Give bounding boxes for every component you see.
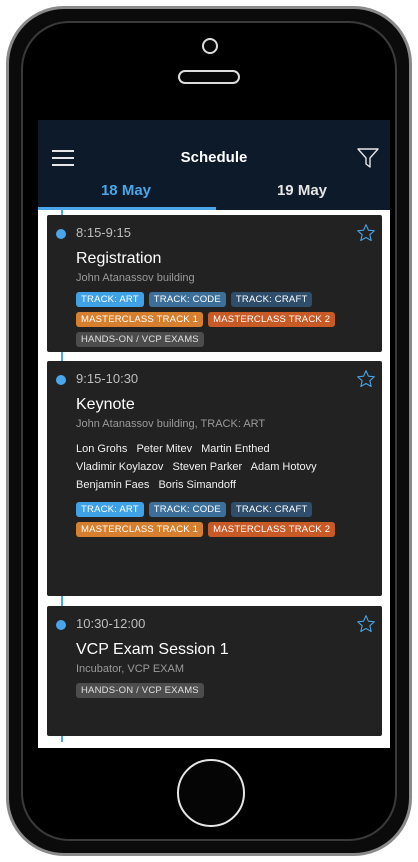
home-button[interactable] <box>177 759 245 827</box>
speaker-name: Peter Mitev <box>136 443 193 455</box>
session-card[interactable]: 9:15-10:30 Keynote John Atanassov buildi… <box>47 361 382 596</box>
tag-hands-on: HANDS-ON / VCP EXAMS <box>76 332 204 347</box>
tag-track-art: TRACK: ART <box>76 502 144 517</box>
tab-18-may[interactable]: 18 May <box>38 180 214 210</box>
tag-list: TRACK: ART TRACK: CODE TRACK: CRAFT MAST… <box>76 502 374 542</box>
schedule-list[interactable]: 8:15-9:15 Registration John Atanassov bu… <box>38 210 390 742</box>
tag-masterclass-1: MASTERCLASS TRACK 1 <box>76 312 204 327</box>
date-tabs: 18 May 19 May <box>38 180 390 210</box>
star-icon[interactable] <box>356 369 376 389</box>
tag-masterclass-2: MASTERCLASS TRACK 2 <box>208 312 336 327</box>
session-time: 10:30-12:00 <box>76 616 146 631</box>
star-icon[interactable] <box>356 223 376 243</box>
speaker-name: Adam Hotovy <box>250 461 317 473</box>
tag-track-code: TRACK: CODE <box>148 502 226 517</box>
tag-hands-on: HANDS-ON / VCP EXAMS <box>76 683 204 698</box>
tag-masterclass-1: MASTERCLASS TRACK 1 <box>76 522 204 537</box>
tab-19-may[interactable]: 19 May <box>214 180 390 210</box>
speaker-name: Martin Enthed <box>201 443 270 455</box>
filter-icon[interactable] <box>356 146 380 170</box>
tag-masterclass-2: MASTERCLASS TRACK 2 <box>208 522 336 537</box>
session-location: John Atanassov building <box>76 272 195 284</box>
session-location: Incubator, VCP EXAM <box>76 663 185 675</box>
session-card[interactable]: 10:30-12:00 VCP Exam Session 1 Incubator… <box>47 606 382 736</box>
session-title: VCP Exam Session 1 <box>76 641 229 658</box>
session-title: Keynote <box>76 396 135 413</box>
session-title: Registration <box>76 250 162 267</box>
tag-track-craft: TRACK: CRAFT <box>230 292 313 307</box>
timeline-dot <box>56 375 66 385</box>
speaker-name: Steven Parker <box>172 461 243 473</box>
camera-icon <box>202 38 218 54</box>
timeline-dot <box>56 229 66 239</box>
tag-track-art: TRACK: ART <box>76 292 144 307</box>
speaker-list: Lon Grohs Peter Mitev Martin Enthed Vlad… <box>76 440 374 494</box>
tag-track-code: TRACK: CODE <box>148 292 226 307</box>
tag-list: TRACK: ART TRACK: CODE TRACK: CRAFT MAST… <box>76 292 374 352</box>
session-card[interactable]: 8:15-9:15 Registration John Atanassov bu… <box>47 215 382 352</box>
speaker-name: Lon Grohs <box>76 443 128 455</box>
star-icon[interactable] <box>356 614 376 634</box>
session-location: John Atanassov building, TRACK: ART <box>76 418 266 430</box>
page-title: Schedule <box>180 149 248 166</box>
session-time: 8:15-9:15 <box>76 225 131 240</box>
timeline-dot <box>56 620 66 630</box>
speaker-name: Vladimir Koylazov <box>76 461 164 473</box>
speaker-name: Benjamin Faes <box>76 479 150 491</box>
speaker-name: Boris Simandoff <box>158 479 236 491</box>
tag-list: HANDS-ON / VCP EXAMS <box>76 683 374 703</box>
status-bar <box>38 120 390 134</box>
speaker-grille <box>178 70 240 84</box>
app-screen: Schedule 18 May 19 May 8:15-9:15 Registr… <box>38 120 390 748</box>
session-time: 9:15-10:30 <box>76 371 139 386</box>
tag-track-craft: TRACK: CRAFT <box>230 502 313 517</box>
